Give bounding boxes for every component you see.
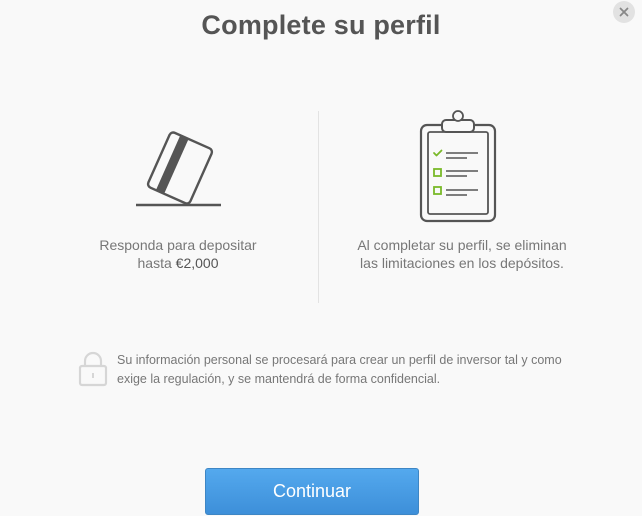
deposit-limit-line1: Responda para depositar <box>99 237 257 253</box>
credit-card-icon <box>133 130 225 215</box>
deposit-amount: €2,000 <box>175 255 219 271</box>
column-divider <box>318 111 319 303</box>
deposit-limit-line2: hasta €2,000 <box>78 254 278 272</box>
clipboard-checklist-icon <box>418 109 498 228</box>
lock-icon <box>78 351 108 392</box>
continue-button[interactable]: Continuar <box>205 468 419 515</box>
privacy-notice: Su información personal se procesará par… <box>117 353 562 386</box>
complete-profile-modal: Complete su perfil Responda para deposit… <box>0 0 642 516</box>
deposit-limit-text: Responda para depositar hasta €2,000 <box>78 236 278 272</box>
limitations-text: Al completar su perfil, se eliminan las … <box>357 237 567 271</box>
modal-title: Complete su perfil <box>201 10 441 40</box>
deposit-limit-prefix: hasta <box>137 255 176 271</box>
